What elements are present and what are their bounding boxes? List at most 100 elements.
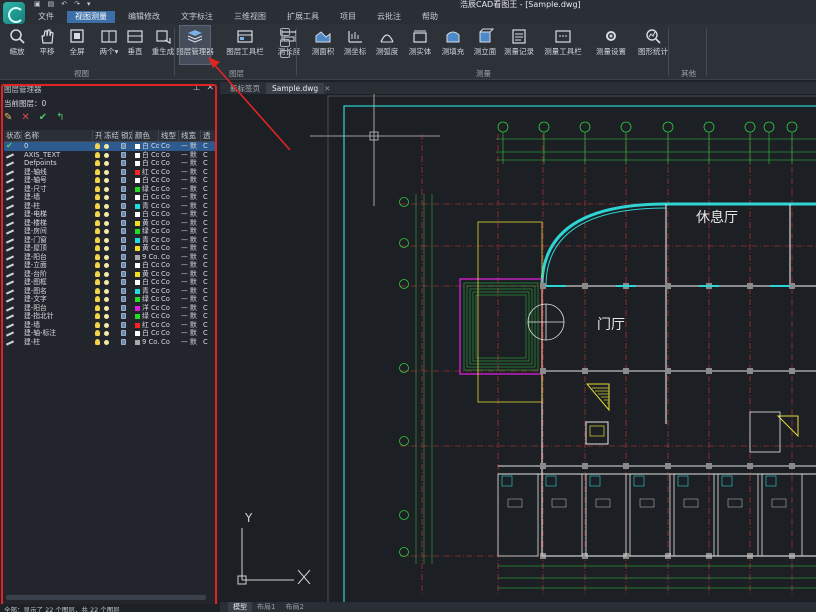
layer-freeze-sun-icon[interactable] bbox=[102, 219, 119, 228]
layer-on-bulb-icon[interactable] bbox=[93, 261, 102, 270]
layer-linetype[interactable]: Co bbox=[159, 193, 179, 202]
ribbon-tool-fullscreen[interactable]: 全屏 bbox=[62, 26, 92, 64]
layer-lineweight[interactable]: — 默 bbox=[179, 227, 201, 236]
layer-freeze-sun-icon[interactable] bbox=[102, 244, 119, 253]
layer-linetype[interactable]: Co bbox=[159, 185, 179, 194]
layer-on-bulb-icon[interactable] bbox=[93, 193, 102, 202]
layer-lock-icon[interactable] bbox=[119, 219, 133, 228]
layer-lineweight[interactable]: — 默 bbox=[179, 193, 201, 202]
layer-lock-icon[interactable] bbox=[119, 253, 133, 262]
layer-linetype[interactable]: Co bbox=[159, 321, 179, 330]
column-header[interactable]: 线宽 bbox=[179, 130, 201, 141]
column-header[interactable]: 开 bbox=[93, 130, 102, 141]
layer-row[interactable]: 建-尺寸 绿 Co...Co— 默C bbox=[4, 185, 216, 194]
layer-lineweight[interactable]: — 默 bbox=[179, 278, 201, 287]
layer-on-bulb-icon[interactable] bbox=[93, 151, 102, 160]
layer-color[interactable]: 青 Co... bbox=[133, 287, 159, 296]
layer-row[interactable]: 建-柱 9 Co...Co— 默C bbox=[4, 338, 216, 347]
ribbon-tool-measure-toolbar[interactable]: 测量工具栏 bbox=[544, 26, 582, 64]
menu-item-0[interactable]: 文件 bbox=[30, 11, 62, 23]
layer-on-bulb-icon[interactable] bbox=[93, 321, 102, 330]
layer-row[interactable]: 建-台阶 黄 Co...Co— 默C bbox=[4, 270, 216, 279]
layer-row[interactable]: 建-柱 青 Co...Co— 默C bbox=[4, 202, 216, 211]
layer-row[interactable]: 建-楼梯 黄 Co...Co— 默C bbox=[4, 219, 216, 228]
layer-color[interactable]: 白 Co... bbox=[133, 261, 159, 270]
layer-linetype[interactable]: Co bbox=[159, 287, 179, 296]
layer-transparency[interactable]: C bbox=[201, 253, 216, 262]
layer-on-bulb-icon[interactable] bbox=[93, 270, 102, 279]
layer-freeze-sun-icon[interactable] bbox=[102, 338, 119, 347]
layer-linetype[interactable]: Co bbox=[159, 151, 179, 160]
layer-color[interactable]: 红 Co... bbox=[133, 168, 159, 177]
layer-freeze-sun-icon[interactable] bbox=[102, 159, 119, 168]
layer-color[interactable]: 黄 Co... bbox=[133, 270, 159, 279]
layer-transparency[interactable]: C bbox=[201, 295, 216, 304]
menu-item-5[interactable]: 扩展工具 bbox=[279, 11, 327, 23]
layer-lineweight[interactable]: — 默 bbox=[179, 270, 201, 279]
layer-lineweight[interactable]: — 默 bbox=[179, 295, 201, 304]
column-header[interactable]: 线型 bbox=[159, 130, 179, 141]
layer-color[interactable]: 黄 Co... bbox=[133, 219, 159, 228]
ribbon-tool-drawing-stats[interactable]: 图形统计 bbox=[638, 26, 668, 64]
layer-lineweight[interactable]: — 默 bbox=[179, 168, 201, 177]
layer-state-icon[interactable] bbox=[280, 39, 290, 47]
layer-lineweight[interactable]: — 默 bbox=[179, 219, 201, 228]
layer-freeze-sun-icon[interactable] bbox=[102, 176, 119, 185]
layer-lineweight[interactable]: — 默 bbox=[179, 142, 201, 151]
menu-item-1[interactable]: 视图测量 bbox=[67, 11, 115, 23]
layer-lock-icon[interactable] bbox=[119, 176, 133, 185]
layer-linetype[interactable]: Co bbox=[159, 253, 179, 262]
layer-lock-icon[interactable] bbox=[119, 193, 133, 202]
layer-lineweight[interactable]: — 默 bbox=[179, 159, 201, 168]
ribbon-tool-measure-coordinate[interactable]: 测坐标 bbox=[340, 26, 370, 64]
new-layer-icon[interactable]: ✎ bbox=[4, 112, 12, 123]
layer-lock-icon[interactable] bbox=[119, 321, 133, 330]
layer-linetype[interactable]: Co bbox=[159, 261, 179, 270]
layer-transparency[interactable]: C bbox=[201, 287, 216, 296]
layer-transparency[interactable]: C bbox=[201, 312, 216, 321]
layer-color[interactable]: 绿 Co... bbox=[133, 227, 159, 236]
layer-lineweight[interactable]: — 默 bbox=[179, 329, 201, 338]
layer-transparency[interactable]: C bbox=[201, 159, 216, 168]
layer-lock-icon[interactable] bbox=[119, 338, 133, 347]
menu-item-6[interactable]: 项目 bbox=[332, 11, 364, 23]
layer-freeze-sun-icon[interactable] bbox=[102, 261, 119, 270]
layer-linetype[interactable]: Co bbox=[159, 329, 179, 338]
layer-lock-icon[interactable] bbox=[119, 278, 133, 287]
layer-linetype[interactable]: Co bbox=[159, 219, 179, 228]
layer-lock-icon[interactable] bbox=[119, 287, 133, 296]
layer-on-bulb-icon[interactable] bbox=[93, 210, 102, 219]
delete-layer-icon[interactable]: ✕ bbox=[21, 112, 29, 123]
qat-item-open[interactable]: ▣ bbox=[34, 0, 41, 10]
ribbon-tool-pan-hand[interactable]: 平移 bbox=[32, 26, 62, 64]
layer-color[interactable]: 白 Co... bbox=[133, 193, 159, 202]
layer-on-bulb-icon[interactable] bbox=[93, 219, 102, 228]
layer-row[interactable]: Defpoints 白 Co...Co— 默C bbox=[4, 159, 216, 168]
layer-linetype[interactable]: Co bbox=[159, 142, 179, 151]
layer-color[interactable]: 红 Co... bbox=[133, 321, 159, 330]
layer-lineweight[interactable]: — 默 bbox=[179, 261, 201, 270]
column-header[interactable]: 透 bbox=[201, 130, 216, 141]
menu-item-3[interactable]: 文字标注 bbox=[173, 11, 221, 23]
layout-tab-2[interactable]: 布局2 bbox=[280, 602, 308, 612]
layer-linetype[interactable]: Co bbox=[159, 338, 179, 347]
layer-row[interactable]: 建-文字 绿 Co...Co— 默C bbox=[4, 295, 216, 304]
layer-lock-icon[interactable] bbox=[119, 159, 133, 168]
layout-tab-1[interactable]: 布局1 bbox=[252, 602, 280, 612]
layer-lineweight[interactable]: — 默 bbox=[179, 210, 201, 219]
set-current-icon[interactable]: ✔ bbox=[39, 112, 47, 123]
layer-linetype[interactable]: Co bbox=[159, 236, 179, 245]
layer-freeze-sun-icon[interactable] bbox=[102, 185, 119, 194]
layer-color[interactable]: 绿 Co... bbox=[133, 185, 159, 194]
layer-freeze-sun-icon[interactable] bbox=[102, 287, 119, 296]
layer-linetype[interactable]: Co bbox=[159, 159, 179, 168]
drawing-canvas[interactable]: Y 休息厅 门厅 bbox=[220, 94, 816, 602]
layer-freeze-sun-icon[interactable] bbox=[102, 321, 119, 330]
layer-lineweight[interactable]: — 默 bbox=[179, 236, 201, 245]
tab-sample-dwg[interactable]: Sample.dwg bbox=[266, 82, 325, 94]
layer-lineweight[interactable]: — 默 bbox=[179, 176, 201, 185]
layer-on-bulb-icon[interactable] bbox=[93, 338, 102, 347]
layer-transparency[interactable]: C bbox=[201, 278, 216, 287]
qat-item-save[interactable]: ▤ bbox=[48, 0, 55, 10]
layer-freeze-sun-icon[interactable] bbox=[102, 193, 119, 202]
